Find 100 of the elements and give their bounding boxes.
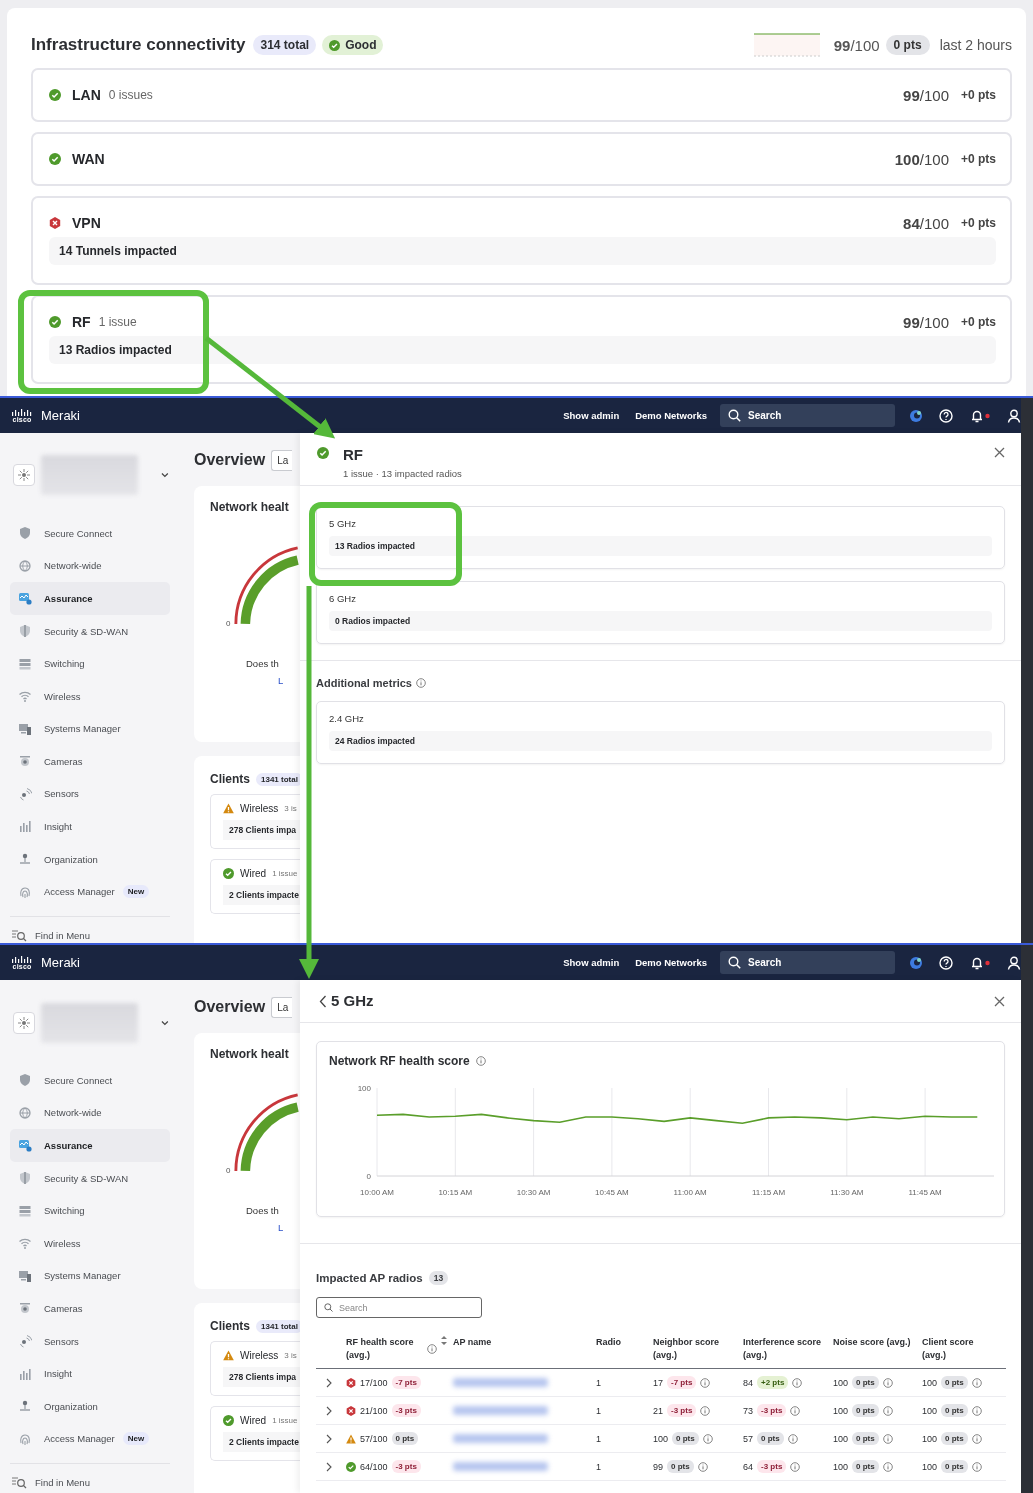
assistant-logo-icon[interactable] [909, 955, 923, 970]
search-field[interactable]: Search [720, 404, 895, 427]
info-icon [882, 1461, 893, 1472]
column-header: Noise score (avg.) [833, 1337, 911, 1347]
person-node-icon [18, 1399, 32, 1414]
nav-link[interactable]: Demo Networks [635, 957, 707, 968]
sidebar-item[interactable]: Cameras [10, 745, 170, 778]
band-card[interactable]: 2.4 GHz 24 Radios impacted [316, 701, 1005, 764]
bell-icon[interactable] [969, 955, 991, 970]
close-button[interactable] [994, 995, 1005, 1007]
sidebar-item[interactable]: Cameras [10, 1292, 170, 1325]
wifi-icon [18, 689, 32, 704]
band-name: 2.4 GHz [329, 713, 365, 724]
help-icon[interactable] [939, 408, 953, 423]
chart-check-icon [18, 1138, 32, 1153]
points-change: +0 pts [961, 216, 996, 230]
sensor-icon [18, 1334, 32, 1349]
globe-icon [18, 1105, 32, 1120]
delta-badge: 0 pts [852, 1460, 879, 1473]
user-icon[interactable] [1007, 955, 1021, 970]
link[interactable]: L [278, 675, 284, 686]
sidebar-item[interactable]: Access Manager New [10, 1422, 170, 1456]
info-icon [971, 1461, 982, 1472]
nav-link[interactable]: Show admin [563, 410, 620, 421]
sidebar-item[interactable]: Insight [10, 1357, 170, 1390]
sidebar-item[interactable]: Organization [10, 842, 170, 876]
category-row[interactable]: VPN 84/100 +0 pts 14 Tunnels impacted [31, 196, 1012, 285]
nav-link[interactable]: Show admin [563, 957, 620, 968]
impact-summary: 14 Tunnels impacted [49, 237, 996, 265]
delta-badge: 0 pts [941, 1376, 968, 1389]
help-icon[interactable] [939, 955, 953, 970]
sidebar-item[interactable]: Assurance [10, 582, 170, 615]
scrollbar[interactable] [1021, 433, 1033, 943]
user-icon[interactable] [1007, 408, 1021, 423]
card-title: Clients [210, 1319, 250, 1333]
band-card[interactable]: 5 GHz 13 Radios impacted [316, 506, 1005, 569]
gauge-min-label: 0 [226, 619, 231, 628]
sidebar-item[interactable]: Assurance [10, 1129, 170, 1162]
overall-score: 99/100 [833, 36, 880, 54]
sidebar-item[interactable]: Secure Connect [10, 517, 170, 550]
sidebar-item[interactable]: Network-wide [10, 549, 170, 583]
sidebar-item[interactable]: Access Manager New [10, 875, 170, 908]
time-filter-dropdown[interactable]: La [271, 449, 293, 471]
points-change: +0 pts [961, 88, 996, 102]
band-card[interactable]: 6 GHz 0 Radios impacted [316, 581, 1005, 644]
sidebar-item[interactable]: Security & SD-WAN [10, 1161, 170, 1195]
close-button[interactable] [994, 447, 1005, 458]
delta-badge: -7 pts [667, 1376, 697, 1389]
sort-icon[interactable] [441, 1336, 447, 1345]
sidebar-item[interactable]: Sensors [10, 1324, 170, 1358]
back-button[interactable] [319, 994, 327, 1008]
table-cell: 73 [743, 1405, 753, 1416]
delta-badge: 0 pts [941, 1432, 968, 1445]
sidebar-item[interactable]: Secure Connect [10, 1064, 170, 1097]
sidebar-item[interactable]: Systems Manager [10, 1259, 170, 1293]
table-cell: 64 [743, 1461, 753, 1472]
column-header: Radio [596, 1337, 621, 1347]
info-icon [792, 1377, 803, 1388]
panel-title: RF [343, 447, 364, 463]
sidebar-item[interactable]: Insight [10, 810, 170, 843]
table-cell: 100 [833, 1405, 849, 1416]
scrollbar[interactable] [1021, 398, 1033, 433]
scrollbar[interactable] [1021, 980, 1033, 1493]
column-header[interactable]: RF health score (avg.) [346, 1336, 423, 1362]
sidebar-item-label: Cameras [44, 755, 83, 767]
find-in-menu-link[interactable]: Find in Menu [10, 1463, 170, 1491]
table-cell: 100 [833, 1377, 849, 1388]
column-header: Interference score (avg.) [743, 1337, 822, 1360]
product-name: Meraki [41, 955, 80, 970]
sidebar-item[interactable]: Sensors [10, 777, 170, 811]
link[interactable]: L [278, 1222, 284, 1233]
sidebar-item[interactable]: Wireless [10, 1226, 170, 1260]
category-row[interactable]: RF 1 issue 99/100 +0 pts 13 Radios impacted [31, 295, 1012, 384]
category-score: 99/100 [903, 86, 949, 104]
nav-link[interactable]: Demo Networks [635, 410, 707, 421]
sidebar-item[interactable]: Switching [10, 1194, 170, 1227]
search-field[interactable]: Search [720, 951, 895, 974]
sidebar-item[interactable]: Security & SD-WAN [10, 614, 170, 648]
status-badge: Good [322, 35, 384, 55]
x-tick-label: 11:00 AM [673, 1188, 707, 1197]
category-row[interactable]: LAN 0 issues 99/100 +0 pts [31, 68, 1012, 122]
category-row[interactable]: WAN 100/100 +0 pts [31, 132, 1012, 186]
sidebar-item[interactable]: Organization [10, 1389, 170, 1423]
network-selector-icon[interactable] [13, 464, 35, 487]
time-filter-dropdown[interactable]: La [271, 996, 293, 1018]
close-icon [994, 447, 1005, 458]
chart-check-icon [18, 591, 32, 606]
assistant-logo-icon[interactable] [909, 408, 923, 423]
x-tick-label: 11:15 AM [751, 1188, 786, 1197]
sidebar-item[interactable]: Systems Manager [10, 712, 170, 746]
scrollbar[interactable] [1021, 945, 1033, 980]
network-selector-icon[interactable] [13, 1011, 35, 1034]
issue-count: 3 is [284, 1351, 297, 1360]
sparkline [753, 33, 820, 57]
bell-icon[interactable] [969, 408, 991, 423]
sidebar-item[interactable]: Wireless [10, 679, 170, 713]
sidebar-item[interactable]: Switching [10, 647, 170, 680]
sidebar-item[interactable]: Network-wide [10, 1096, 170, 1130]
search-field[interactable]: Search [316, 1297, 482, 1318]
find-in-menu-link[interactable]: Find in Menu [10, 915, 170, 943]
